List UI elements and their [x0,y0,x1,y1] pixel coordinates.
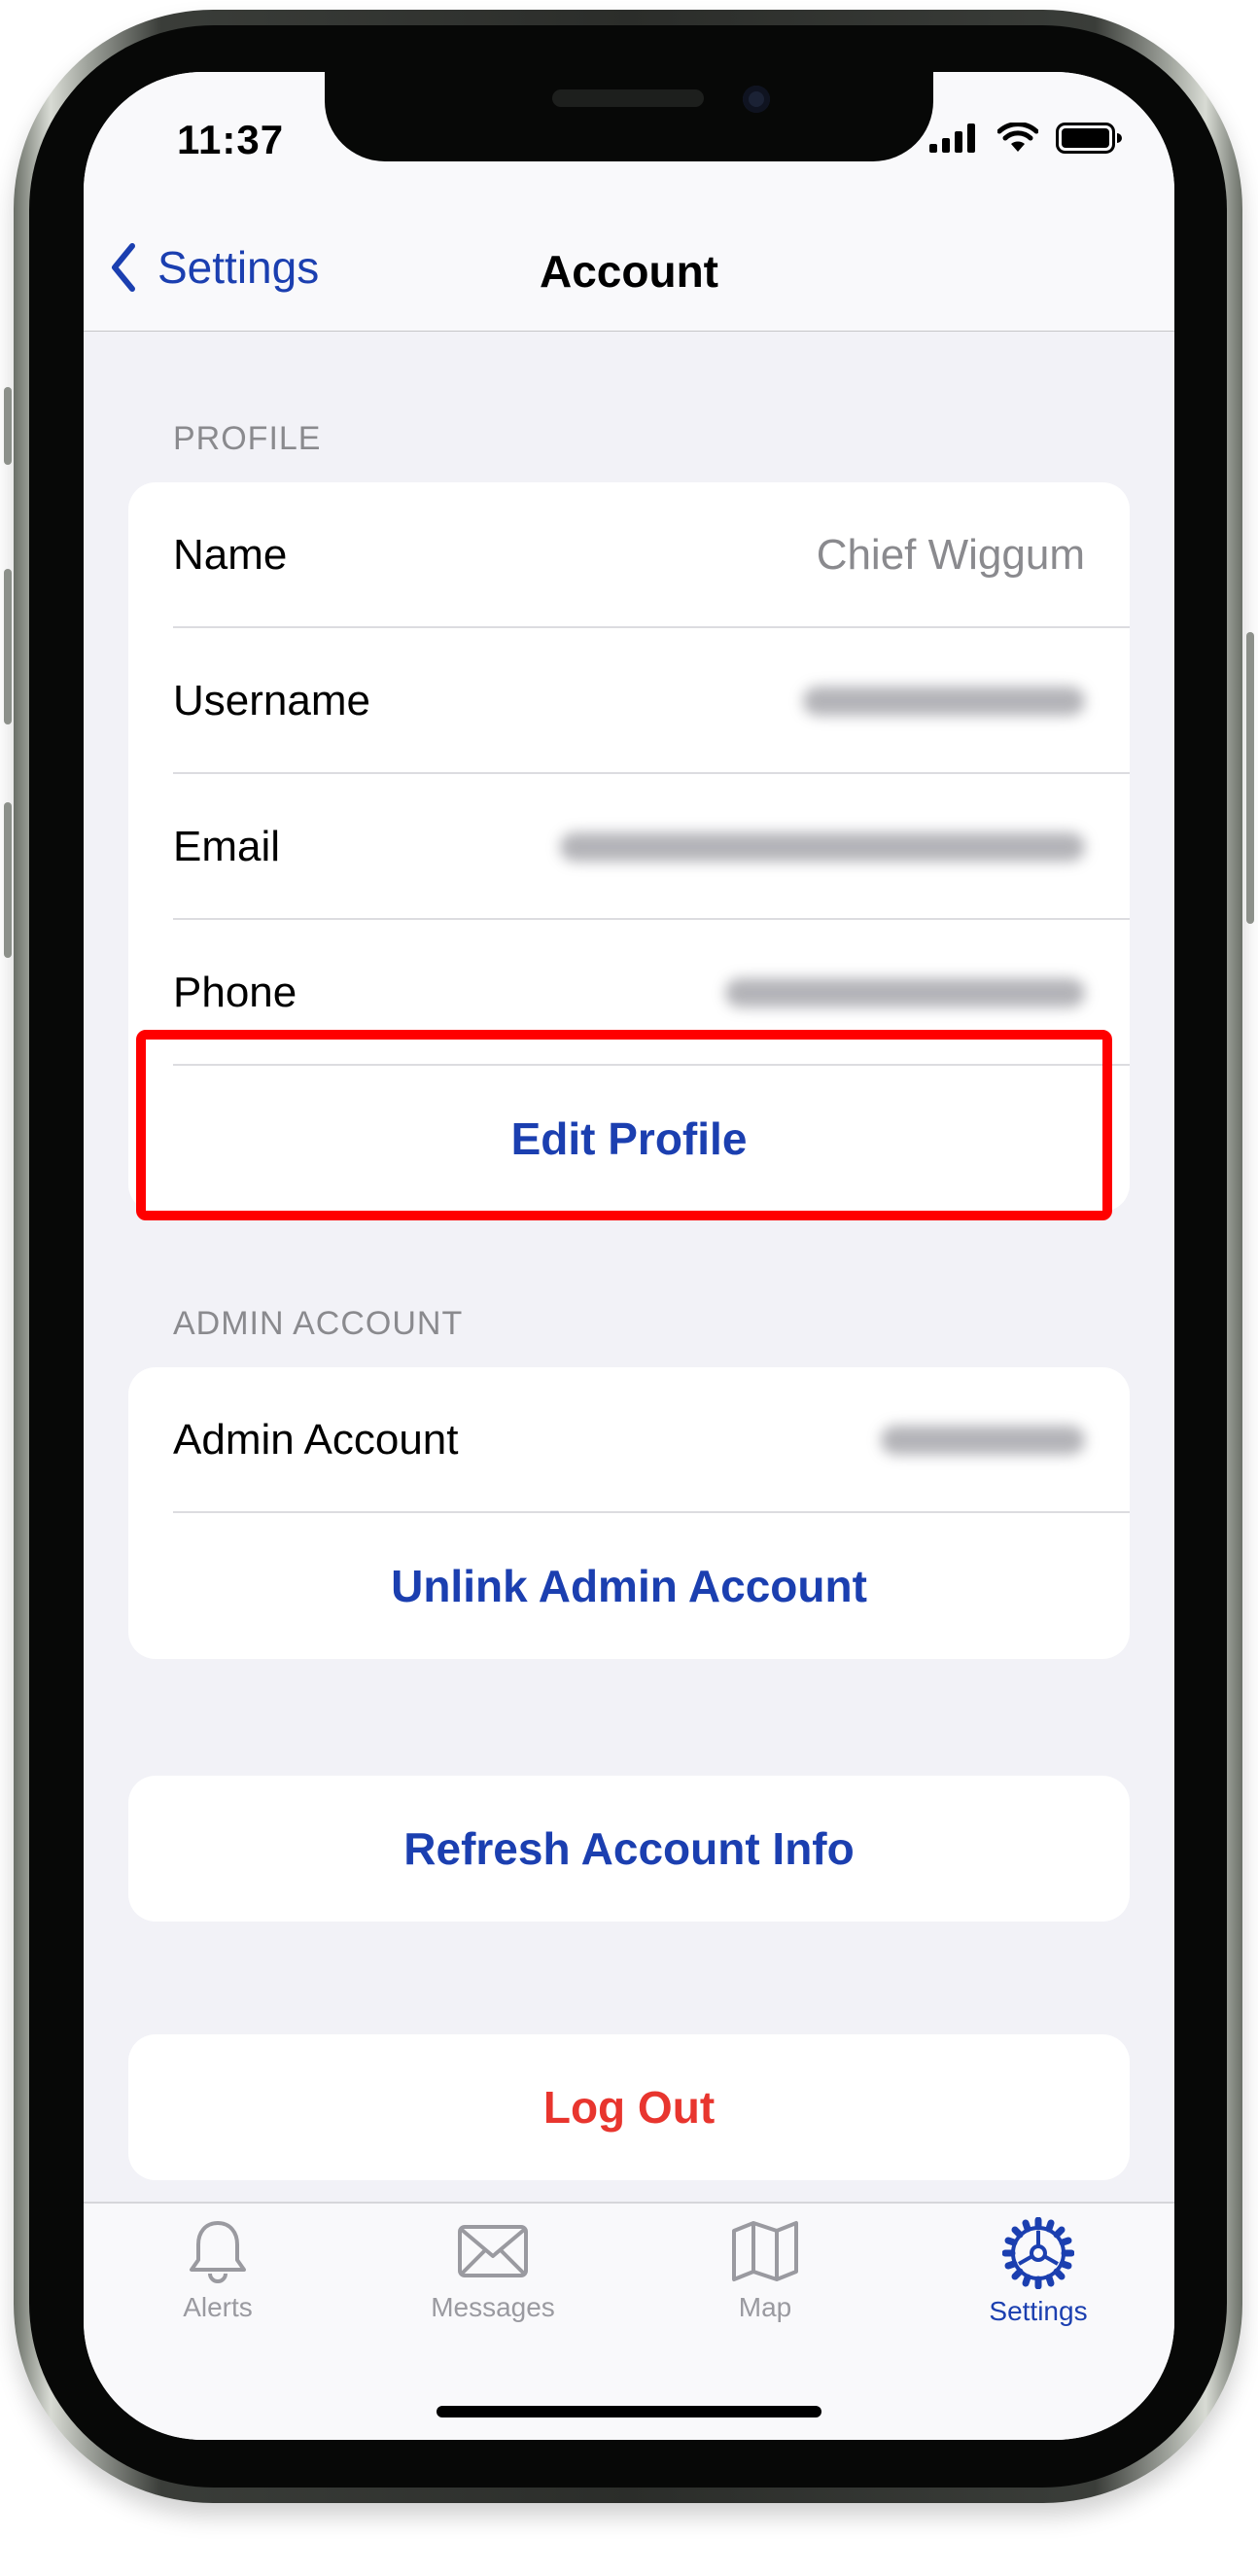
name-label: Name [173,531,288,579]
navigation-bar: Settings Account [84,218,1174,332]
logout-group: Log Out [128,2034,1130,2180]
admin-account-redaction [881,1426,1085,1455]
volume-up-button [4,569,12,724]
page-title: Account [540,246,718,297]
tab-alerts[interactable]: Alerts [121,2217,315,2323]
phone-redaction [725,978,1085,1007]
profile-section-header: PROFILE [173,420,322,457]
status-icons [929,123,1122,154]
battery-icon [1056,123,1122,154]
refresh-account-info-label: Refresh Account Info [403,1823,855,1874]
front-camera [743,86,770,113]
envelope-icon [458,2225,528,2277]
power-button [1246,632,1254,924]
log-out-button[interactable]: Log Out [128,2034,1130,2180]
phone-label: Phone [173,969,297,1016]
tab-alerts-label: Alerts [183,2292,253,2322]
highlight-box [136,1030,1112,1220]
map-icon [732,2221,798,2281]
admin-account-row: Admin Account [128,1367,1130,1513]
username-redaction [803,687,1085,716]
earpiece-speaker [552,89,704,107]
tab-messages[interactable]: Messages [396,2217,590,2323]
screen: 11:37 Settings Account PROFILE Name Chie… [84,72,1174,2440]
admin-section-header: ADMIN ACCOUNT [173,1305,464,1342]
profile-row-name: Name Chief Wiggum [128,482,1130,628]
unlink-admin-account-button[interactable]: Unlink Admin Account [128,1513,1130,1659]
tab-map[interactable]: Map [668,2217,862,2323]
username-label: Username [173,677,370,724]
admin-account-label: Admin Account [173,1416,459,1464]
email-redaction [560,832,1085,862]
profile-row-username: Username [128,628,1130,774]
home-indicator[interactable] [437,2406,821,2417]
volume-down-button [4,802,12,958]
admin-group: Admin Account Unlink Admin Account [128,1367,1130,1659]
cellular-signal-icon [929,124,975,153]
bell-icon [190,2221,246,2283]
notch [325,72,933,161]
tab-bar: Alerts Messages Map Settings [84,2202,1174,2440]
gear-icon [1001,2216,1075,2290]
name-value: Chief Wiggum [816,531,1085,579]
status-time: 11:37 [177,117,285,162]
profile-row-email: Email [128,774,1130,920]
tab-map-label: Map [738,2292,792,2322]
wifi-icon [997,123,1038,152]
tab-settings-label: Settings [989,2296,1088,2326]
unlink-admin-account-label: Unlink Admin Account [391,1561,867,1611]
tab-settings[interactable]: Settings [941,2216,1136,2327]
tab-messages-label: Messages [431,2292,555,2322]
silent-switch [4,387,12,465]
refresh-account-info-button[interactable]: Refresh Account Info [128,1776,1130,1922]
email-label: Email [173,823,281,870]
log-out-label: Log Out [542,2082,716,2133]
refresh-group: Refresh Account Info [128,1776,1130,1922]
